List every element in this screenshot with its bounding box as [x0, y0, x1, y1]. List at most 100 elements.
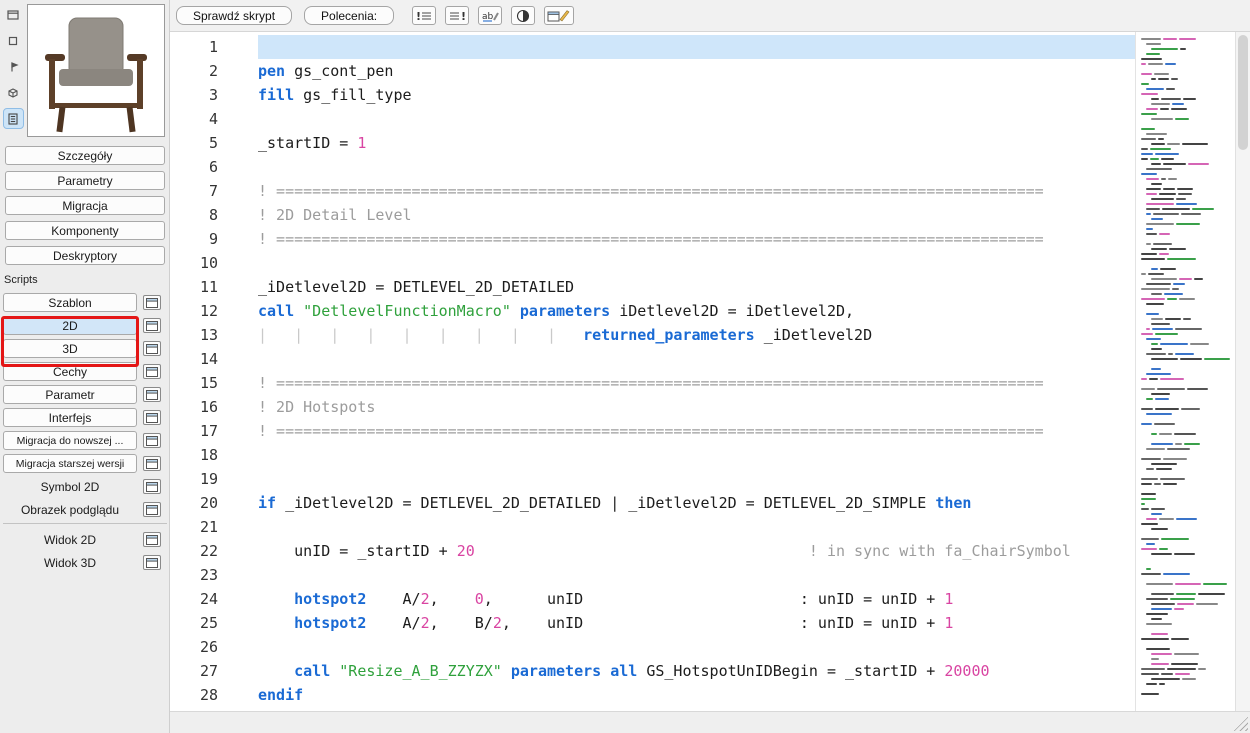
- code-line[interactable]: 26: [170, 635, 1135, 659]
- sidebar-nav-button-deskryptory[interactable]: Deskryptory: [5, 246, 165, 265]
- minimap-row: [1141, 128, 1230, 130]
- open-in-window-icon[interactable]: [143, 318, 161, 333]
- open-in-window-icon[interactable]: [143, 387, 161, 402]
- code-line[interactable]: 20if _iDetlevel2D = DETLEVEL_2D_DETAILED…: [170, 491, 1135, 515]
- uncomment-lines-icon[interactable]: !: [445, 6, 469, 25]
- check-script-button[interactable]: Sprawdź skrypt: [176, 6, 292, 25]
- code-line[interactable]: 13| | | | | | | | | returned_parameters …: [170, 323, 1135, 347]
- code-line[interactable]: 4: [170, 107, 1135, 131]
- code-line[interactable]: 16! 2D Hotspots: [170, 395, 1135, 419]
- code-line[interactable]: 19: [170, 467, 1135, 491]
- editor-content-row: 12pen gs_cont_pen3fill gs_fill_type45_st…: [170, 32, 1250, 711]
- script-button-parametr[interactable]: Parametr: [3, 385, 137, 404]
- code-line[interactable]: 11_iDetlevel2D = DETLEVEL_2D_DETAILED: [170, 275, 1135, 299]
- line-number: 26: [170, 635, 258, 659]
- resize-grip[interactable]: [1233, 716, 1248, 731]
- open-in-window-icon[interactable]: [143, 555, 161, 570]
- pin-icon[interactable]: [4, 57, 23, 76]
- sidebar-nav-button-parametry[interactable]: Parametry: [5, 171, 165, 190]
- open-in-window-icon[interactable]: [143, 456, 161, 471]
- code-line[interactable]: 2pen gs_cont_pen: [170, 59, 1135, 83]
- minimap-row: [1141, 368, 1230, 370]
- minimap-row: [1141, 543, 1230, 545]
- code-line[interactable]: 18: [170, 443, 1135, 467]
- code-line[interactable]: 10: [170, 251, 1135, 275]
- minimap-row: [1141, 173, 1230, 175]
- open-in-window-icon[interactable]: [143, 479, 161, 494]
- code-line[interactable]: 24 hotspot2 A/2, 0, unID : unID = unID +…: [170, 587, 1135, 611]
- minimap-row: [1141, 208, 1230, 210]
- code-line[interactable]: 21: [170, 515, 1135, 539]
- sidebar-nav-button-szczeg-y[interactable]: Szczegóły: [5, 146, 165, 165]
- minimap-row: [1141, 578, 1230, 580]
- line-number: 20: [170, 491, 258, 515]
- open-in-window-icon[interactable]: [143, 364, 161, 379]
- minimap-row: [1141, 498, 1230, 500]
- minimap-row: [1141, 353, 1230, 355]
- commands-button[interactable]: Polecenia:: [304, 6, 394, 25]
- code-minimap[interactable]: [1135, 32, 1235, 711]
- script-button-obrazek-podgl-du[interactable]: Obrazek podglądu: [3, 503, 137, 517]
- script-button-3d[interactable]: 3D: [3, 339, 137, 358]
- chair-preview-drawing: [28, 5, 164, 136]
- minimap-row: [1141, 613, 1230, 615]
- script-button-2d[interactable]: 2D: [3, 316, 137, 335]
- comment-lines-icon[interactable]: !: [412, 6, 436, 25]
- minimap-row: [1141, 303, 1230, 305]
- scrollbar-thumb[interactable]: [1238, 35, 1248, 150]
- window-edit-icon[interactable]: [544, 6, 574, 25]
- code-line[interactable]: 27 call "Resize_A_B_ZZYZX" parameters al…: [170, 659, 1135, 683]
- code-line[interactable]: 15! ====================================…: [170, 371, 1135, 395]
- minimap-row: [1141, 113, 1230, 115]
- edit-text-icon[interactable]: ab: [478, 6, 502, 25]
- script-button-szablon[interactable]: Szablon: [3, 293, 137, 312]
- minimap-row: [1141, 63, 1230, 65]
- script-button-symbol-2d[interactable]: Symbol 2D: [3, 480, 137, 494]
- code-line[interactable]: 7! =====================================…: [170, 179, 1135, 203]
- script-button-migracja-do-nowszej-[interactable]: Migracja do nowszej ...: [3, 431, 137, 450]
- cube-3d-icon[interactable]: [4, 83, 23, 102]
- code-line[interactable]: 28endif: [170, 683, 1135, 707]
- code-editor[interactable]: 12pen gs_cont_pen3fill gs_fill_type45_st…: [170, 32, 1135, 711]
- script-button-interfejs[interactable]: Interfejs: [3, 408, 137, 427]
- code-line[interactable]: 9! =====================================…: [170, 227, 1135, 251]
- code-text: [258, 563, 1135, 587]
- code-line[interactable]: 1: [170, 35, 1135, 59]
- code-line[interactable]: 5_startID = 1: [170, 131, 1135, 155]
- sidebar-nav-button-komponenty[interactable]: Komponenty: [5, 221, 165, 240]
- open-in-window-icon[interactable]: [143, 295, 161, 310]
- script-view-icon[interactable]: [4, 109, 23, 128]
- code-line[interactable]: 25 hotspot2 A/2, B/2, unID : unID = unID…: [170, 611, 1135, 635]
- code-line[interactable]: 17! ====================================…: [170, 419, 1135, 443]
- minimap-row: [1141, 598, 1230, 600]
- open-in-window-icon[interactable]: [143, 433, 161, 448]
- code-text: call "Resize_A_B_ZZYZX" parameters all G…: [258, 659, 1135, 683]
- minimap-row: [1141, 88, 1230, 90]
- script-button-widok-3d[interactable]: Widok 3D: [3, 556, 137, 570]
- window-view-icon[interactable]: [4, 5, 23, 24]
- open-in-window-icon[interactable]: [143, 502, 161, 517]
- script-button-widok-2d[interactable]: Widok 2D: [3, 533, 137, 547]
- code-line[interactable]: 3fill gs_fill_type: [170, 83, 1135, 107]
- code-line[interactable]: 22 unID = _startID + 20 ! in sync with f…: [170, 539, 1135, 563]
- open-in-window-icon[interactable]: [143, 410, 161, 425]
- line-number: 2: [170, 59, 258, 83]
- vertical-scrollbar[interactable]: [1235, 32, 1250, 711]
- sidebar-nav-button-migracja[interactable]: Migracja: [5, 196, 165, 215]
- line-number: 12: [170, 299, 258, 323]
- minimap-row: [1141, 48, 1230, 50]
- contrast-icon[interactable]: [511, 6, 535, 25]
- open-in-window-icon[interactable]: [143, 532, 161, 547]
- code-line[interactable]: 12call "DetlevelFunctionMacro" parameter…: [170, 299, 1135, 323]
- square-view-icon[interactable]: [4, 31, 23, 50]
- script-button-cechy[interactable]: Cechy: [3, 362, 137, 381]
- code-line[interactable]: 8! 2D Detail Level: [170, 203, 1135, 227]
- script-button-migracja-starszej-wersji[interactable]: Migracja starszej wersji: [3, 454, 137, 473]
- open-in-window-icon[interactable]: [143, 341, 161, 356]
- minimap-row: [1141, 103, 1230, 105]
- minimap-row: [1141, 408, 1230, 410]
- code-line[interactable]: 6: [170, 155, 1135, 179]
- code-line[interactable]: 23: [170, 563, 1135, 587]
- code-line[interactable]: 14: [170, 347, 1135, 371]
- minimap-row: [1141, 668, 1230, 670]
